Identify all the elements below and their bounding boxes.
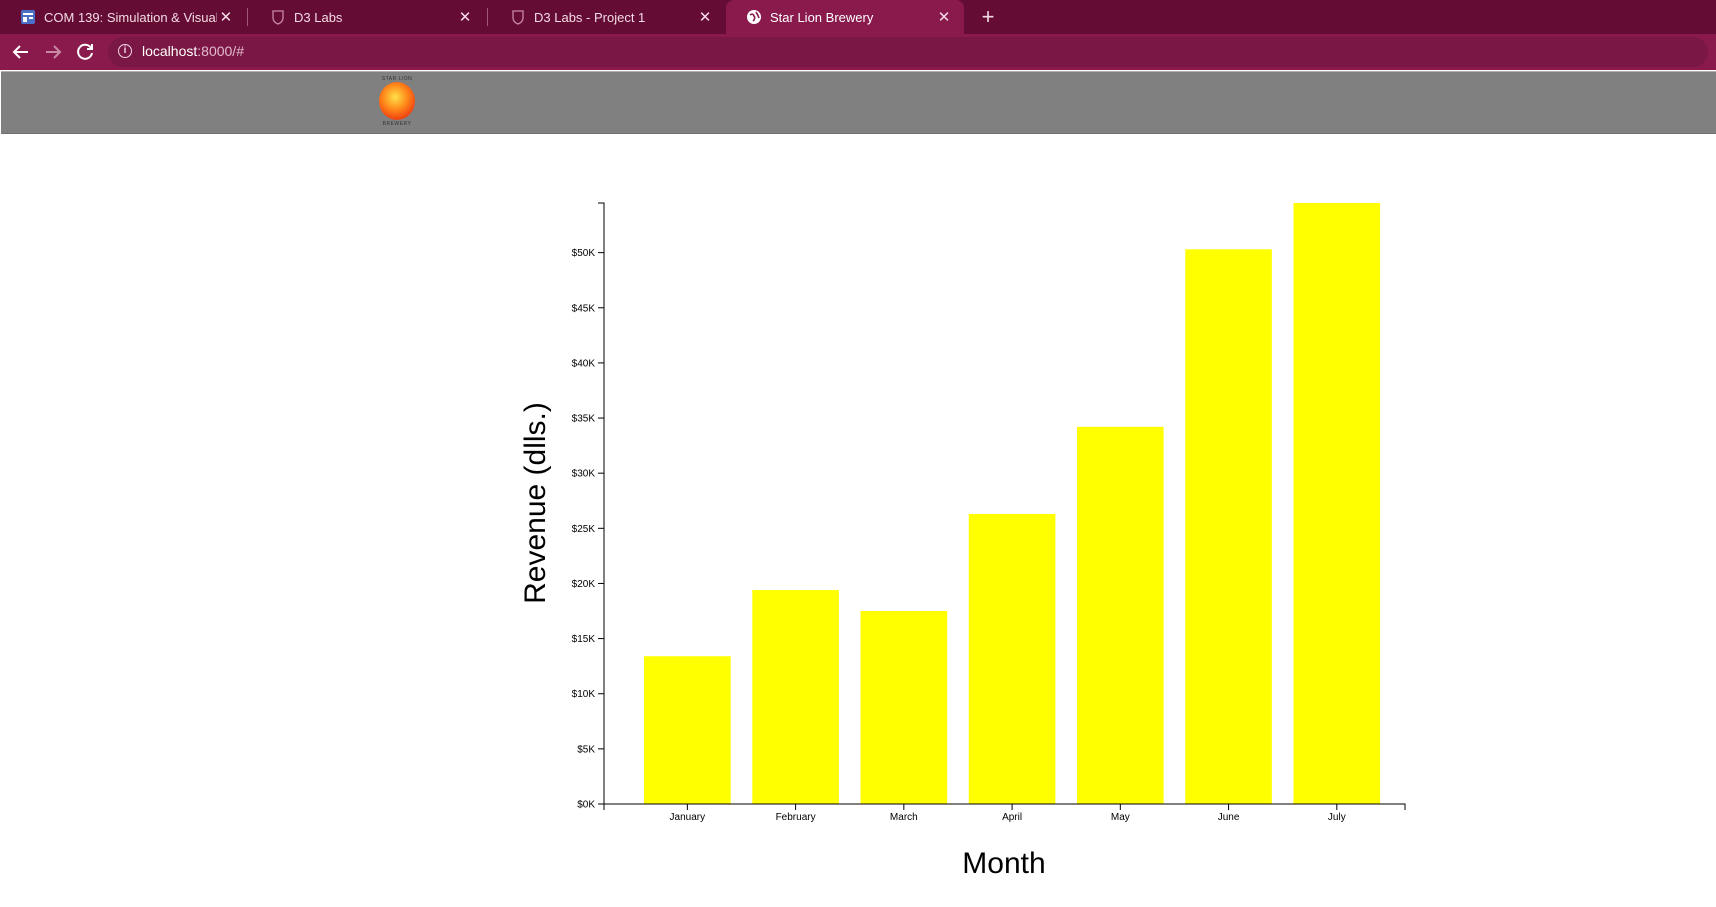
tab-title: D3 Labs - Project 1	[534, 9, 646, 25]
x-tick-label: January	[670, 812, 706, 823]
y-tick-label: $15K	[572, 634, 596, 645]
reload-button[interactable]	[73, 40, 97, 64]
y-axis: $0K $5K $10K $15K $20K $25K $30K $35K $40K $45K $5…	[572, 202, 605, 811]
tab-star-lion-brewery[interactable]: Star Lion Brewery ✕	[726, 0, 964, 34]
crest-icon	[270, 9, 286, 25]
bar-april	[968, 513, 1056, 804]
y-tick-label: $30K	[572, 469, 596, 480]
page-header: STAR LION BREWERY	[1, 71, 1716, 134]
tab-title: Star Lion Brewery	[770, 9, 874, 25]
y-tick-label: $10K	[572, 689, 596, 700]
url-text: localhost:8000/#	[142, 43, 244, 59]
globe-icon	[746, 9, 762, 25]
x-axis-line	[603, 803, 1406, 810]
logo-bottom-text: BREWERY	[382, 121, 412, 127]
y-axis-line	[598, 202, 605, 805]
close-icon[interactable]: ✕	[695, 8, 715, 26]
tab-title: D3 Labs	[294, 9, 343, 25]
y-tick-label: $20K	[572, 579, 596, 590]
tab-divider	[487, 8, 488, 26]
x-axis: January February March April May June July	[603, 803, 1406, 823]
bar-june	[1185, 249, 1272, 804]
info-icon[interactable]: i	[118, 44, 132, 58]
tab-title: COM 139: Simulation & Visualiza	[44, 9, 217, 25]
bar-may	[1077, 426, 1164, 804]
bar-january	[644, 656, 731, 804]
bar-february	[752, 590, 839, 804]
address-bar[interactable]: i localhost:8000/#	[108, 37, 1708, 67]
new-tab-button[interactable]: +	[976, 5, 1000, 29]
bar-july	[1293, 203, 1381, 804]
url-host: localhost	[142, 43, 198, 59]
arrow-right-icon	[46, 45, 62, 59]
lion-icon	[379, 82, 415, 120]
x-tick-label: July	[1328, 812, 1346, 823]
bar-march	[860, 611, 948, 804]
browser-toolbar: i localhost:8000/#	[0, 34, 1716, 70]
revenue-bar-chart: $0K $5K $10K $15K $20K $25K $30K $35K $40K $45K $5…	[519, 202, 1406, 880]
x-tick-label: April	[1002, 812, 1022, 823]
arrow-left-icon	[12, 45, 28, 59]
y-tick-label: $25K	[572, 524, 596, 535]
x-axis-label: Month	[962, 847, 1045, 880]
close-icon[interactable]: ✕	[217, 8, 235, 26]
crest-icon	[510, 9, 526, 25]
tab-d3-labs-project-1[interactable]: D3 Labs - Project 1 ✕	[490, 0, 725, 34]
y-tick-label: $35K	[572, 414, 596, 425]
y-tick-label: $50K	[572, 248, 596, 259]
y-tick-label: $40K	[572, 358, 596, 369]
y-tick-label: $45K	[572, 303, 596, 314]
y-axis-label: Revenue (dlls.)	[519, 402, 552, 604]
tab-d3-labs[interactable]: D3 Labs ✕	[250, 0, 485, 34]
back-button[interactable]	[9, 40, 33, 64]
x-tick-label: February	[776, 812, 816, 823]
brewery-logo[interactable]: STAR LION BREWERY	[375, 76, 419, 128]
x-tick-label: June	[1218, 812, 1240, 823]
x-tick-label: March	[890, 812, 918, 823]
y-tick-label: $0K	[577, 800, 595, 811]
course-icon	[20, 9, 36, 25]
close-icon[interactable]: ✕	[934, 8, 954, 26]
tab-divider	[247, 8, 248, 26]
bars-group	[644, 203, 1381, 804]
x-tick-label: May	[1111, 812, 1130, 823]
tab-com139[interactable]: COM 139: Simulation & Visualiza ✕	[0, 0, 245, 34]
y-tick-label: $5K	[577, 744, 595, 755]
reload-icon	[77, 43, 93, 60]
url-path: :8000/#	[197, 43, 244, 59]
tab-strip: COM 139: Simulation & Visualiza ✕ D3 Lab…	[0, 0, 1716, 34]
close-icon[interactable]: ✕	[455, 8, 475, 26]
forward-button[interactable]	[41, 40, 65, 64]
